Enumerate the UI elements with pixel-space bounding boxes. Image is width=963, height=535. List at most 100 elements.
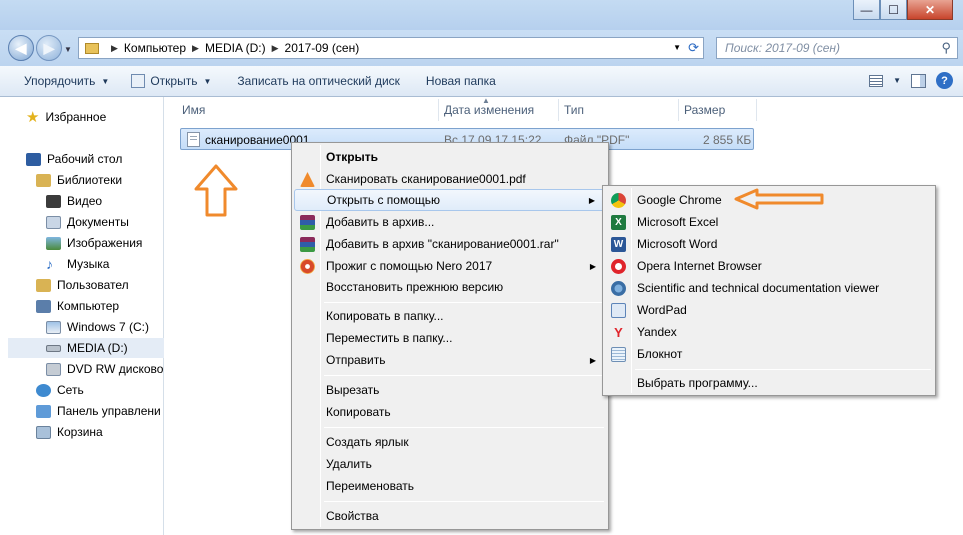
menu-item-properties[interactable]: Свойства	[294, 505, 606, 527]
app-item-notepad[interactable]: Блокнот	[605, 343, 933, 365]
history-dropdown-icon[interactable]: ▼	[64, 45, 72, 54]
back-button[interactable]: ◀	[8, 35, 34, 61]
chevron-down-icon: ▼	[203, 76, 212, 86]
column-size[interactable]: Размер	[684, 103, 725, 117]
forward-arrow-icon: ▶	[43, 39, 55, 56]
nav-item-drive-d[interactable]: MEDIA (D:)	[8, 338, 164, 358]
menu-item-copy[interactable]: Копировать	[294, 401, 606, 423]
refresh-icon[interactable]: ⟳	[688, 40, 699, 56]
menu-item-delete[interactable]: Удалить	[294, 453, 606, 475]
chevron-down-icon: ▼	[101, 76, 110, 86]
burn-button[interactable]: Записать на оптический диск	[229, 66, 408, 97]
address-dropdown-icon[interactable]: ▼	[673, 43, 681, 52]
breadcrumb-folder[interactable]: 2017-09 (сен)	[285, 41, 360, 55]
search-placeholder: Поиск: 2017-09 (сен)	[725, 41, 841, 55]
nav-item-network[interactable]: Сеть	[36, 380, 84, 400]
menu-label: Открыть с помощью	[327, 193, 441, 207]
app-item-yandex[interactable]: Y Yandex	[605, 321, 933, 343]
nav-item-dvd[interactable]: DVD RW дисково	[46, 359, 163, 379]
column-name[interactable]: Имя	[182, 103, 205, 117]
folder-icon	[85, 42, 99, 54]
app-item-excel[interactable]: X Microsoft Excel	[605, 211, 933, 233]
search-input[interactable]: Поиск: 2017-09 (сен) ⚲	[716, 37, 958, 59]
column-divider[interactable]	[558, 99, 559, 121]
nav-item-images[interactable]: Изображения	[46, 233, 142, 253]
app-item-choose[interactable]: Выбрать программу...	[605, 372, 933, 394]
breadcrumb-media-d[interactable]: MEDIA (D:)	[205, 41, 266, 55]
column-divider[interactable]	[438, 99, 439, 121]
menu-item-restore[interactable]: Восстановить прежнюю версию	[294, 276, 606, 298]
nav-item-video[interactable]: Видео	[46, 191, 102, 211]
menu-item-cut[interactable]: Вырезать	[294, 379, 606, 401]
view-options-icon[interactable]	[869, 74, 884, 87]
breadcrumb-computer[interactable]: Компьютер	[124, 41, 186, 55]
app-label: WordPad	[637, 303, 687, 317]
notepad-icon	[611, 347, 626, 362]
menu-item-send-to[interactable]: Отправить ▶	[294, 349, 606, 371]
column-type[interactable]: Тип	[564, 103, 584, 117]
help-icon[interactable]: ?	[936, 72, 953, 89]
menu-item-scan[interactable]: Сканировать сканирование0001.pdf	[294, 168, 606, 190]
column-divider[interactable]	[756, 99, 757, 121]
nav-item-computer[interactable]: Компьютер	[36, 296, 119, 316]
app-item-wordpad[interactable]: WordPad	[605, 299, 933, 321]
menu-label: Копировать	[326, 405, 391, 419]
scientific-viewer-icon	[611, 281, 626, 296]
nav-label: Изображения	[67, 236, 143, 250]
chevron-right-icon[interactable]: ▶	[192, 43, 199, 54]
search-icon[interactable]: ⚲	[941, 40, 951, 56]
nav-item-desktop[interactable]: Рабочий стол	[26, 149, 122, 169]
organize-button[interactable]: Упорядочить ▼	[16, 66, 117, 97]
menu-item-open[interactable]: Открыть	[294, 146, 606, 168]
app-item-scidoc[interactable]: Scientific and technical documentation v…	[605, 277, 933, 299]
nav-label: DVD RW дисково	[67, 362, 164, 376]
menu-separator	[635, 369, 931, 370]
preview-pane-icon[interactable]	[911, 73, 926, 88]
nav-item-libraries[interactable]: Библиотеки	[36, 170, 122, 190]
column-date[interactable]: Дата изменения	[444, 103, 534, 117]
nav-item-documents[interactable]: Документы	[46, 212, 129, 232]
menu-item-add-rar[interactable]: Добавить в архив "сканирование0001.rar"	[294, 233, 606, 255]
nav-label: Избранное	[45, 110, 107, 124]
chrome-icon	[611, 193, 626, 208]
documents-icon	[46, 215, 61, 229]
yandex-icon: Y	[614, 325, 623, 340]
app-label: Opera Internet Browser	[637, 259, 762, 273]
nav-item-recycle[interactable]: Корзина	[36, 422, 103, 442]
nav-item-music[interactable]: ♪ Музыка	[46, 254, 109, 274]
open-button[interactable]: Открыть ▼	[123, 66, 219, 97]
submenu-arrow-icon: ▶	[588, 195, 595, 205]
pdf-file-icon	[187, 132, 200, 147]
app-item-opera[interactable]: Opera Internet Browser	[605, 255, 933, 277]
nav-item-user[interactable]: Пользовател	[36, 275, 129, 295]
menu-item-move-to[interactable]: Переместить в папку...	[294, 327, 606, 349]
nav-item-drive-c[interactable]: Windows 7 (C:)	[46, 317, 149, 337]
chevron-right-icon[interactable]: ▶	[272, 43, 279, 54]
close-button[interactable]: ✕	[907, 0, 953, 20]
menu-item-rename[interactable]: Переименовать	[294, 475, 606, 497]
menu-separator	[324, 302, 604, 303]
column-divider[interactable]	[678, 99, 679, 121]
nav-label: Панель управлени	[57, 404, 161, 418]
menu-item-add-archive[interactable]: Добавить в архив...	[294, 211, 606, 233]
view-dropdown-icon[interactable]: ▼	[893, 76, 901, 85]
new-folder-button[interactable]: Новая папка	[418, 66, 504, 97]
toolbar-right: ▼ ?	[869, 72, 953, 89]
open-label: Открыть	[150, 74, 198, 88]
menu-item-nero[interactable]: Прожиг с помощью Nero 2017 ▶	[294, 255, 606, 277]
chevron-right-icon[interactable]: ▶	[111, 43, 118, 54]
nav-item-control-panel[interactable]: Панель управлени	[36, 401, 161, 421]
maximize-button[interactable]: ☐	[880, 0, 907, 20]
forward-button[interactable]: ▶	[36, 35, 62, 61]
menu-item-copy-to[interactable]: Копировать в папку...	[294, 305, 606, 327]
menu-item-open-with[interactable]: Открыть с помощью ▶	[294, 189, 606, 211]
app-item-word[interactable]: W Microsoft Word	[605, 233, 933, 255]
menu-item-shortcut[interactable]: Создать ярлык	[294, 431, 606, 453]
nav-item-favorites[interactable]: ★ Избранное	[26, 107, 106, 127]
opera-icon	[611, 259, 626, 274]
address-bar[interactable]: ▶ Компьютер ▶ MEDIA (D:) ▶ 2017-09 (сен)…	[78, 37, 704, 59]
back-arrow-icon: ◀	[15, 39, 27, 56]
minimize-button[interactable]: —	[853, 0, 880, 20]
dvd-drive-icon	[46, 362, 61, 376]
nav-label: Корзина	[57, 425, 103, 439]
